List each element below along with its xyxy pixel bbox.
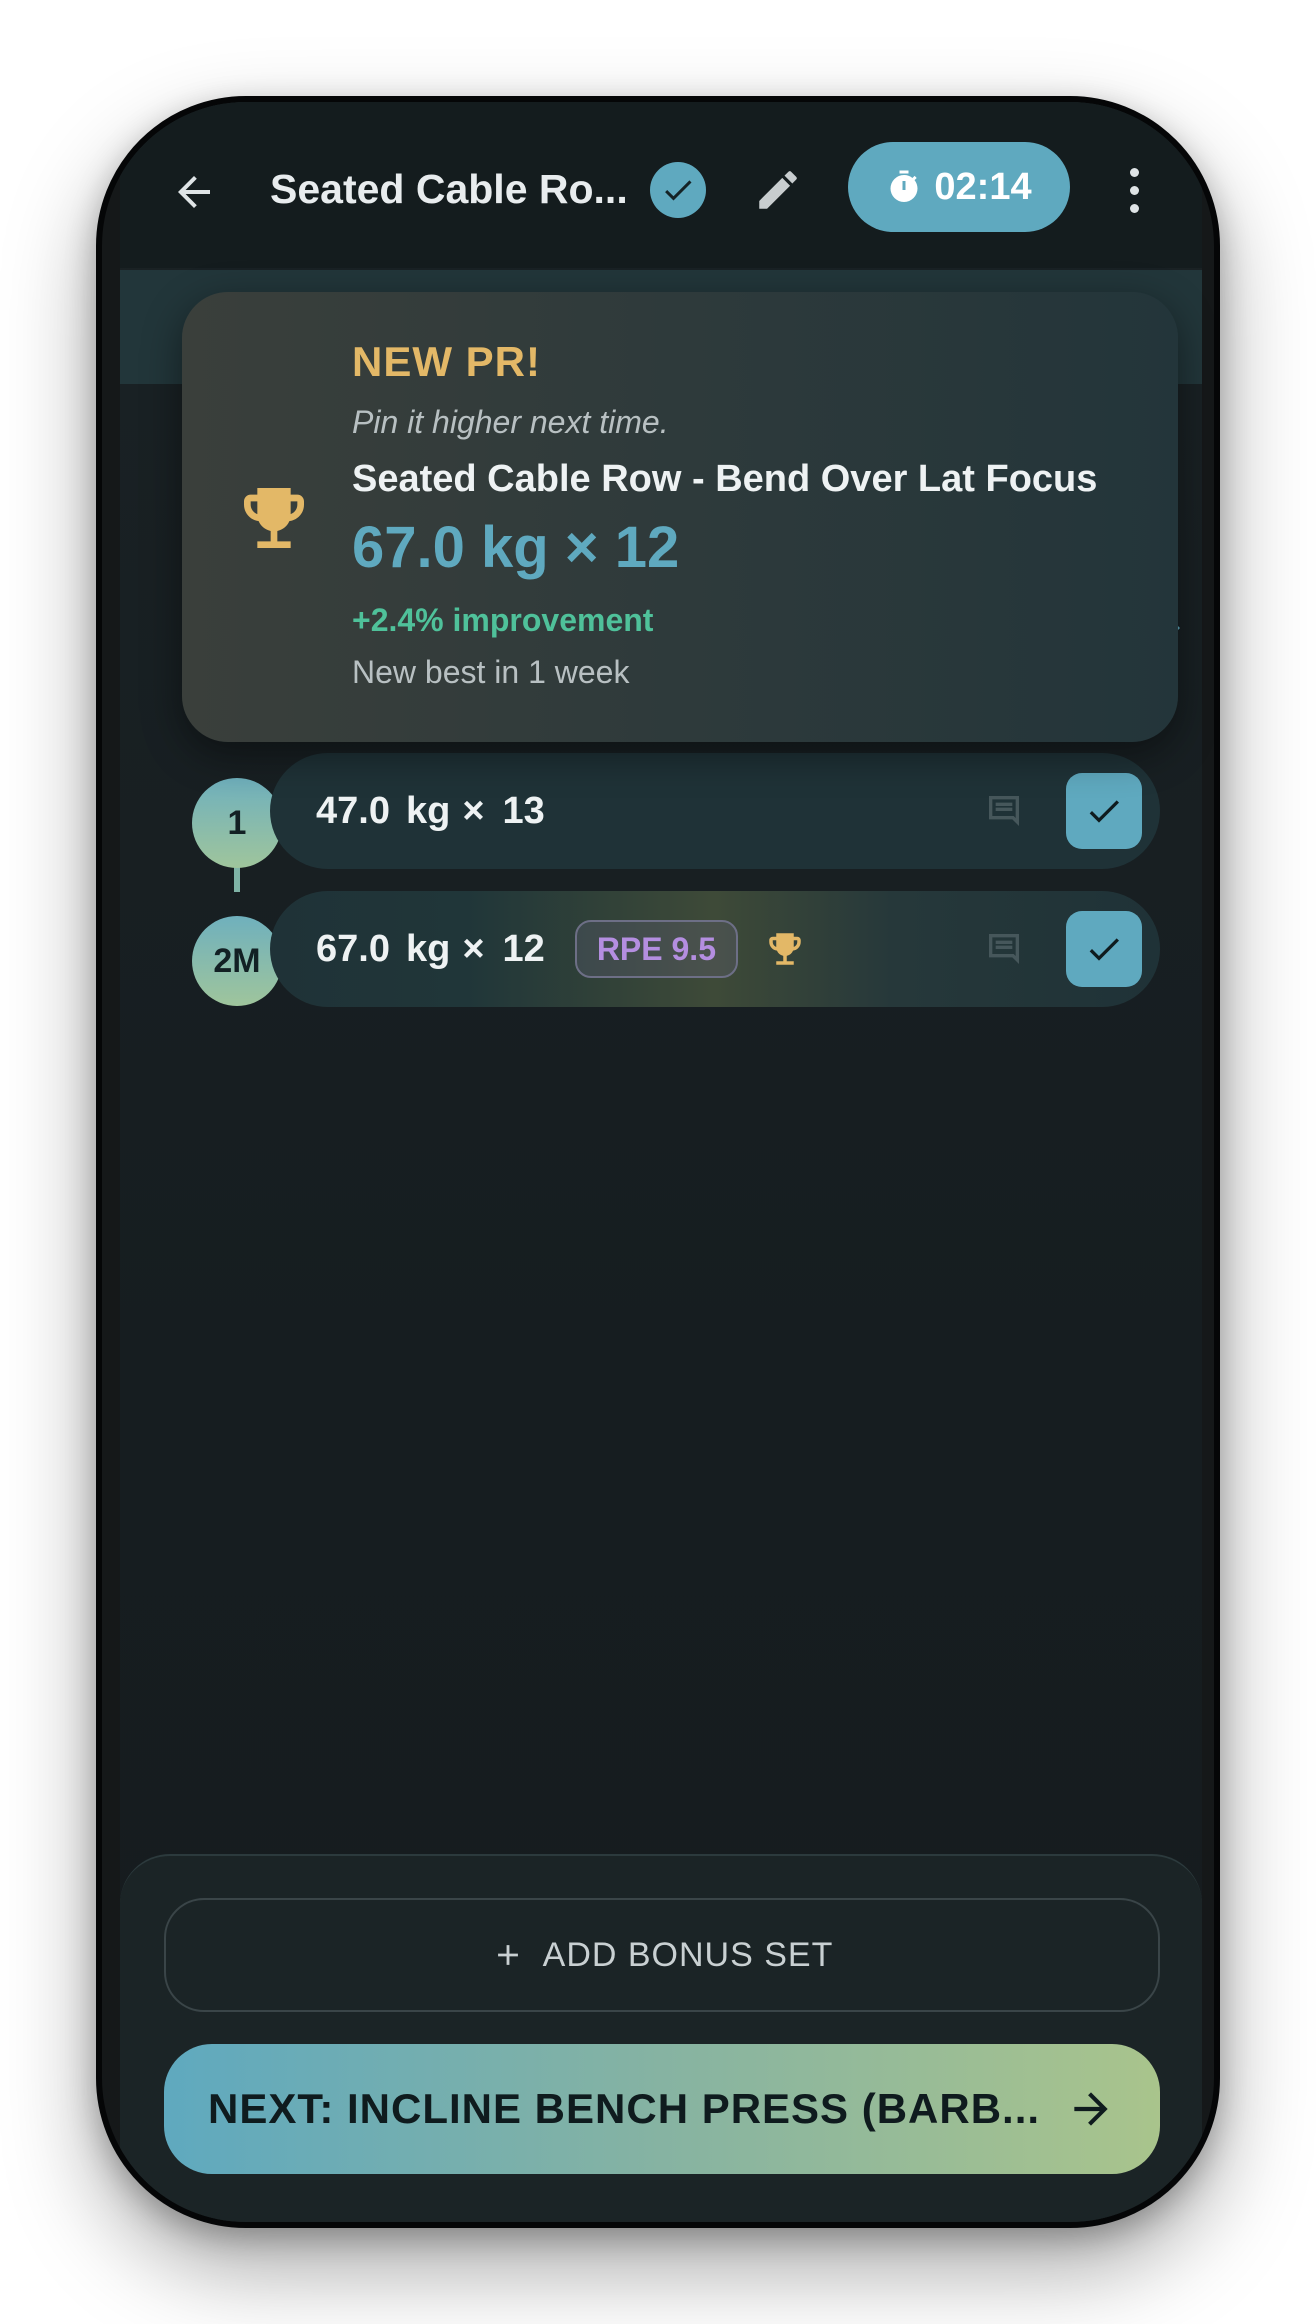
edit-button[interactable] — [748, 160, 808, 220]
set-row-pr[interactable]: 67.0 kg × 12 RPE 9.5 — [270, 891, 1160, 1007]
verified-button[interactable] — [650, 162, 706, 218]
next-exercise-button[interactable]: NEXT: INCLINE BENCH PRESS (BARB... — [164, 2044, 1160, 2174]
trophy-icon — [244, 488, 304, 548]
set-reps: 12 — [502, 927, 545, 970]
set-complete-checkbox[interactable] — [1066, 911, 1142, 987]
pr-value: 67.0 kg × 12 — [352, 515, 680, 580]
bottom-action-panel: ADD BONUS SET NEXT: INCLINE BENCH PRESS … — [120, 1854, 1202, 2222]
set-unit: kg — [405, 927, 451, 970]
set-number-badge: 2M — [192, 916, 282, 1006]
stopwatch-icon — [890, 170, 918, 202]
arrow-right-icon — [1074, 2092, 1108, 2126]
pr-exercise-name: Seated Cable Row - Bend Over Lat Focus — [352, 458, 1098, 500]
set-reps: 13 — [502, 789, 545, 832]
check-circle-icon — [665, 180, 692, 201]
app-bar: Seated Cable Ro... 02:14 — [120, 102, 1202, 268]
more-options-button[interactable] — [1114, 158, 1154, 222]
check-icon — [1089, 938, 1119, 961]
plus-icon — [497, 1945, 518, 1965]
new-pr-toast[interactable]: NEW PR! Pin it higher next time. Seated … — [182, 292, 1178, 742]
timer-value: 02:14 — [934, 165, 1032, 208]
phone-frame: Seated Cable Ro... 02:14 1 47.0 kg × 13 … — [96, 96, 1220, 2228]
exercise-title: Seated Cable Ro... — [270, 166, 628, 212]
set-unit: kg — [405, 789, 451, 832]
rpe-badge: RPE 9.5 — [574, 920, 738, 978]
trophy-icon — [769, 933, 801, 965]
more-vertical-icon — [1129, 167, 1139, 177]
set-number-badge: 1 — [192, 778, 282, 868]
add-bonus-set-button[interactable]: ADD BONUS SET — [164, 1898, 1160, 2012]
set-weight: 67.0 — [316, 927, 390, 970]
pr-since: New best in 1 week — [352, 654, 630, 690]
set-row[interactable]: 47.0 kg × 13 — [270, 753, 1160, 869]
set-times: × — [462, 927, 485, 970]
pr-heading: NEW PR! — [352, 338, 541, 385]
next-exercise-label: NEXT: INCLINE BENCH PRESS (BARB... — [208, 2085, 1041, 2132]
add-bonus-set-label: ADD BONUS SET — [542, 1935, 834, 1974]
comment-icon[interactable] — [982, 791, 1026, 831]
rest-timer-button[interactable]: 02:14 — [848, 142, 1070, 232]
set-times: × — [462, 789, 485, 832]
pencil-icon — [759, 171, 797, 209]
set-complete-checkbox[interactable] — [1066, 773, 1142, 849]
comment-icon[interactable] — [982, 929, 1026, 969]
pr-improvement: +2.4% improvement — [352, 602, 654, 638]
check-icon — [1089, 800, 1119, 823]
back-button[interactable] — [164, 162, 224, 222]
set-weight: 47.0 — [316, 789, 390, 832]
workout-screen: Seated Cable Ro... 02:14 1 47.0 kg × 13 … — [120, 102, 1202, 2222]
pr-tagline: Pin it higher next time. — [352, 404, 669, 440]
arrow-left-icon — [178, 176, 210, 208]
